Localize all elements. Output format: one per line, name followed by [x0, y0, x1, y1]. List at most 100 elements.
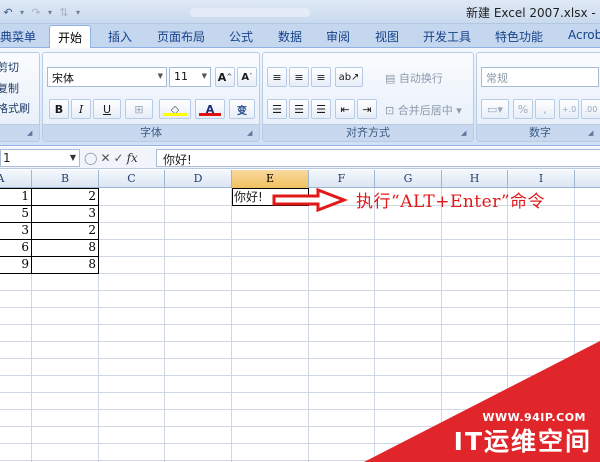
fill-color-button[interactable]: ◇ — [159, 99, 191, 119]
merge-icon: ⊡ — [385, 104, 398, 117]
undo-dropdown-icon[interactable]: ▾ — [18, 4, 26, 20]
range-border — [0, 205, 99, 206]
alignment-launcher-icon[interactable]: ◢ — [461, 129, 470, 138]
grid-line — [0, 324, 600, 325]
tab-formulas[interactable]: 公式 — [229, 28, 253, 48]
border-button[interactable]: ⊞ — [125, 99, 153, 119]
grid-line — [0, 307, 600, 308]
cell-a4[interactable]: 6 — [0, 239, 31, 256]
blurred-region — [190, 8, 310, 17]
column-header-c[interactable]: C — [99, 170, 165, 188]
grid-line — [0, 290, 600, 291]
column-header-f[interactable]: F — [309, 170, 375, 188]
cell-b5[interactable]: 8 — [32, 256, 98, 273]
sort-icon[interactable]: ⇅ — [56, 4, 72, 20]
tab-data[interactable]: 数据 — [278, 28, 302, 48]
column-header-g[interactable]: G — [375, 170, 442, 188]
font-group-label: 字体 — [43, 124, 259, 141]
cell-b2[interactable]: 3 — [32, 205, 98, 222]
cell-b1[interactable]: 2 — [32, 188, 98, 205]
shrink-font-button[interactable]: Aˇ — [237, 67, 257, 87]
increase-indent-button[interactable]: ⇥ — [357, 99, 377, 119]
cut-button[interactable]: 剪切 — [0, 59, 19, 75]
tab-classic-menu[interactable]: 典菜单 — [0, 28, 36, 48]
bold-button[interactable]: B — [49, 99, 69, 119]
column-header-d[interactable]: D — [165, 170, 232, 188]
wrap-text-button[interactable]: ▤ 自动换行 — [385, 70, 443, 86]
redo-icon[interactable]: ↷ — [28, 4, 44, 20]
orientation-button[interactable]: ab↗ — [335, 67, 363, 87]
tab-special-features[interactable]: 特色功能 — [495, 28, 543, 48]
number-launcher-icon[interactable]: ◢ — [588, 129, 597, 138]
font-size-select[interactable]: 11 ▼ — [169, 67, 211, 87]
cell-a3[interactable]: 3 — [0, 222, 31, 239]
tab-review[interactable]: 审阅 — [326, 28, 350, 48]
formula-bar: 1 ▼ ◯ ✕ ✓ fx 你好! — [0, 147, 600, 169]
decrease-decimal-button[interactable]: .00 — [581, 99, 600, 119]
formula-input[interactable]: 你好! — [156, 149, 600, 167]
percent-button[interactable]: % — [513, 99, 533, 119]
align-middle-button[interactable]: ≡ — [289, 67, 309, 87]
grow-font-button[interactable]: A ^ — [215, 67, 235, 87]
align-top-icon: ≡ — [272, 70, 282, 84]
underline-button[interactable]: U — [93, 99, 121, 119]
phonetic-button[interactable]: 变 — [229, 99, 255, 119]
number-format-value: 常规 — [486, 72, 508, 85]
column-header-b[interactable]: B — [32, 170, 99, 188]
cell-a5[interactable]: 9 — [0, 256, 31, 273]
tab-acrobat[interactable]: Acrob — [568, 28, 600, 48]
merge-center-button[interactable]: ⊡ 合并后居中 ▾ — [385, 102, 462, 118]
copy-button[interactable]: 复制 — [0, 80, 19, 96]
align-center-button[interactable]: ☰ — [289, 99, 309, 119]
number-format-select[interactable]: 常规 — [481, 67, 599, 87]
tab-home[interactable]: 开始 — [49, 25, 92, 49]
chevron-down-icon: ▼ — [157, 72, 163, 80]
currency-button[interactable]: ▭▾ — [481, 99, 509, 119]
grid-line — [231, 188, 232, 462]
watermark: WWW.94IP.COM IT运维空间 — [364, 341, 600, 462]
font-launcher-icon[interactable]: ◢ — [247, 129, 256, 138]
comma-button[interactable]: , — [535, 99, 555, 119]
format-painter-button[interactable]: 格式刷 — [0, 100, 30, 116]
align-right-button[interactable]: ☰ — [311, 99, 331, 119]
align-top-button[interactable]: ≡ — [267, 67, 287, 87]
tab-insert[interactable]: 插入 — [108, 28, 132, 48]
range-border — [31, 188, 32, 274]
align-bottom-button[interactable]: ≡ — [311, 67, 331, 87]
chevron-down-icon: ▾ — [452, 104, 462, 117]
grid-line — [164, 188, 165, 462]
column-header-i[interactable]: I — [508, 170, 575, 188]
redo-dropdown-icon[interactable]: ▾ — [46, 4, 54, 20]
cell-a2[interactable]: 5 — [0, 205, 31, 222]
range-border — [0, 188, 99, 189]
cell-b4[interactable]: 8 — [32, 239, 98, 256]
column-header-a[interactable]: A — [0, 170, 32, 188]
font-name-select[interactable]: 宋体 ▼ — [47, 67, 167, 87]
tab-view[interactable]: 视图 — [375, 28, 399, 48]
formula-buttons: ◯ ✕ ✓ fx — [84, 150, 138, 166]
chevron-down-icon: ▼ — [69, 153, 76, 162]
annotation-text: 执行“ALT+Enter”命令 — [356, 192, 546, 212]
font-group: 宋体 ▼ 11 ▼ A ^ Aˇ B I U ⊞ ◇ A 变 字体 ◢ — [42, 52, 260, 142]
clipboard-launcher-icon[interactable]: ◢ — [27, 129, 36, 138]
font-color-button[interactable]: A — [195, 99, 225, 119]
increase-decimal-button[interactable]: +.0 — [559, 99, 579, 119]
column-header-e[interactable]: E — [232, 170, 309, 188]
column-header-h[interactable]: H — [442, 170, 508, 188]
cancel-icon[interactable]: ✕ — [100, 151, 110, 165]
customize-toolbar-icon[interactable]: ▾ — [74, 4, 82, 20]
undo-icon[interactable]: ↶ — [0, 4, 16, 20]
enter-icon[interactable]: ✓ — [114, 151, 124, 165]
align-middle-icon: ≡ — [294, 70, 304, 84]
decrease-indent-button[interactable]: ⇤ — [335, 99, 355, 119]
align-left-button[interactable]: ☰ — [267, 99, 287, 119]
cell-a1[interactable]: 1 — [0, 188, 31, 205]
alignment-group-label: 对齐方式 — [263, 124, 473, 141]
name-box[interactable]: 1 ▼ — [0, 149, 80, 167]
insert-function-icon[interactable]: fx — [127, 151, 138, 165]
tab-developer[interactable]: 开发工具 — [423, 28, 471, 48]
align-right-icon: ☰ — [316, 102, 326, 116]
tab-page-layout[interactable]: 页面布局 — [157, 28, 205, 48]
italic-button[interactable]: I — [71, 99, 91, 119]
cell-b3[interactable]: 2 — [32, 222, 98, 239]
